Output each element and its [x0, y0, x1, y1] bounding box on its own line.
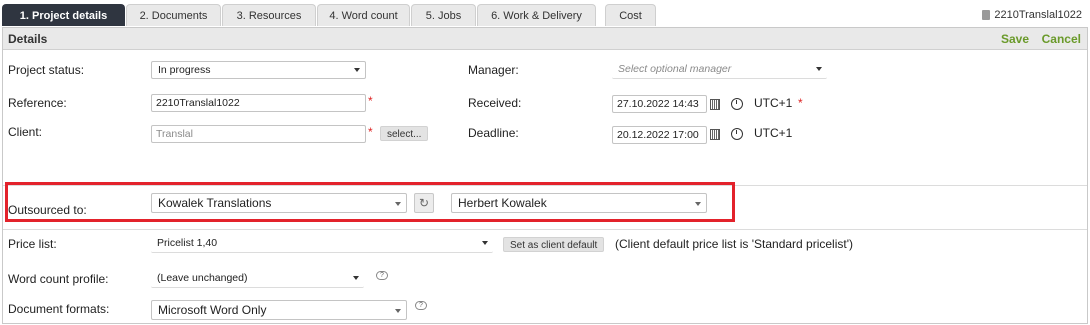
chevron-down-icon: [816, 67, 822, 71]
clock-icon[interactable]: [731, 98, 743, 110]
deadline-timezone: UTC+1: [754, 126, 793, 140]
required-mark: *: [798, 96, 803, 110]
help-icon[interactable]: ?: [415, 301, 427, 310]
help-icon[interactable]: ?: [376, 271, 388, 280]
received-input[interactable]: 27.10.2022 14:43: [612, 95, 707, 113]
word-count-profile-select[interactable]: (Leave unchanged): [151, 270, 364, 288]
price-list-label: Price list:: [8, 237, 57, 251]
document-formats-value: Microsoft Word Only: [158, 303, 267, 317]
details-title: Details: [8, 32, 48, 46]
document-icon: [982, 10, 991, 20]
chevron-down-icon: [395, 309, 401, 313]
document-formats-label: Document formats:: [8, 302, 110, 316]
calendar-icon[interactable]: [710, 99, 720, 110]
client-select-button[interactable]: select...: [380, 126, 429, 141]
project-status-select[interactable]: In progress: [151, 61, 366, 79]
tab-work-delivery[interactable]: 6. Work & Delivery: [477, 4, 596, 26]
document-formats-select[interactable]: Microsoft Word Only: [151, 300, 407, 320]
client-label: Client:: [8, 125, 43, 139]
word-count-profile-label: Word count profile:: [8, 272, 109, 286]
price-list-note: (Client default price list is 'Standard …: [615, 237, 854, 251]
tab-bar: 1. Project details 2. Documents 3. Resou…: [0, 0, 1090, 28]
details-panel: Details Save Cancel Project status: In p…: [2, 27, 1088, 324]
required-mark: *: [368, 125, 373, 139]
manager-placeholder: Select optional manager: [618, 63, 732, 75]
received-label: Received:: [468, 96, 522, 110]
tab-jobs[interactable]: 5. Jobs: [411, 4, 476, 26]
deadline-input[interactable]: 20.12.2022 17:00: [612, 126, 707, 144]
set-client-default-button[interactable]: Set as client default: [503, 237, 605, 252]
divider: [3, 229, 1087, 230]
outsourced-highlight-box: [5, 182, 735, 222]
manager-label: Manager:: [468, 63, 519, 77]
received-timezone: UTC+1: [754, 96, 793, 110]
project-id-label: 2210Translal1022: [994, 9, 1082, 21]
tab-word-count[interactable]: 4. Word count: [317, 4, 410, 26]
project-status-value: In progress: [158, 64, 211, 76]
tab-documents[interactable]: 2. Documents: [126, 4, 221, 26]
calendar-icon[interactable]: [710, 129, 720, 140]
reference-label: Reference:: [8, 96, 67, 110]
word-count-profile-value: (Leave unchanged): [157, 272, 248, 284]
project-id: 2210Translal1022: [982, 9, 1082, 21]
client-input[interactable]: Translal: [151, 125, 366, 143]
tab-project-details[interactable]: 1. Project details: [2, 4, 125, 26]
cancel-button[interactable]: Cancel: [1042, 32, 1081, 46]
required-mark: *: [368, 94, 373, 108]
chevron-down-icon: [354, 68, 360, 72]
chevron-down-icon: [353, 276, 359, 280]
manager-select[interactable]: Select optional manager: [612, 61, 827, 79]
reference-input[interactable]: 2210Translal1022: [151, 94, 366, 112]
chevron-down-icon: [482, 241, 488, 245]
deadline-label: Deadline:: [468, 126, 519, 140]
save-button[interactable]: Save: [1001, 32, 1029, 46]
project-status-label: Project status:: [8, 63, 85, 77]
tab-resources[interactable]: 3. Resources: [222, 4, 316, 26]
price-list-select[interactable]: Pricelist 1,40: [151, 235, 493, 253]
details-header: Details Save Cancel: [3, 28, 1087, 50]
clock-icon[interactable]: [731, 128, 743, 140]
price-list-value: Pricelist 1,40: [157, 237, 218, 249]
tab-cost[interactable]: Cost: [605, 4, 656, 26]
